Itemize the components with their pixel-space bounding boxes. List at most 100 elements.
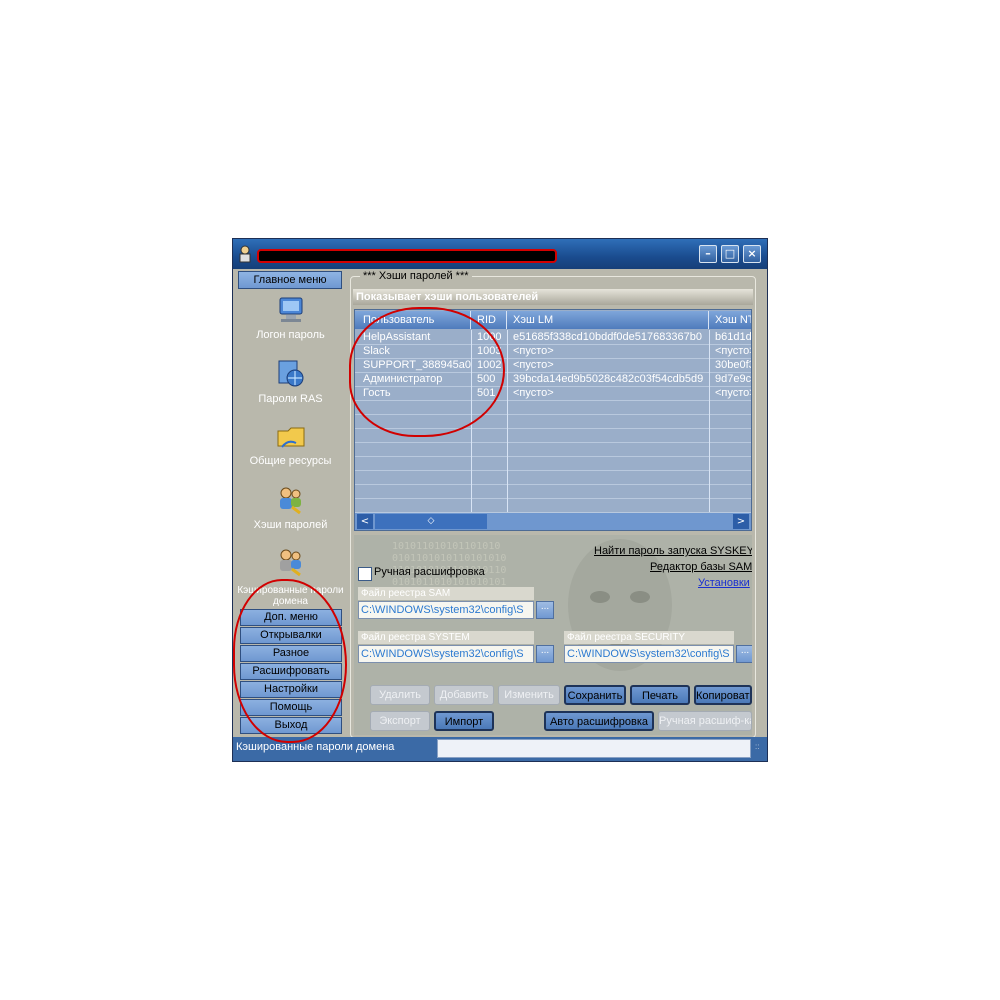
cell-user: HelpAssistant <box>363 331 431 343</box>
column-divider <box>709 330 710 512</box>
network-globe-icon <box>278 360 304 387</box>
sam-editor-link[interactable]: Редактор базы SAM <box>650 561 752 573</box>
cell-rid: 1003 <box>477 345 502 357</box>
sidebar-item-logon-password[interactable]: Логон пароль <box>236 295 345 357</box>
manual-decrypt-checkbox[interactable] <box>358 567 372 581</box>
menu-button-decrypt-pwl[interactable]: Расшифровать PWL <box>240 663 342 692</box>
empty-row <box>355 442 751 457</box>
cell-user: Slack <box>363 345 390 357</box>
menu-button-settings[interactable]: Настройки <box>240 681 342 698</box>
menu-button-openers[interactable]: Открывалки <box>240 627 342 644</box>
scroll-right-button[interactable]: > <box>733 514 749 529</box>
menu-button-misc[interactable]: Разное <box>240 645 342 662</box>
resize-grip-icon[interactable]: :: <box>755 743 765 757</box>
column-header-nt-hash[interactable]: Хэш NT <box>709 311 751 329</box>
auto-decrypt-button[interactable]: Авто расшифровка <box>544 711 654 731</box>
table-row[interactable]: SUPPORT_388945a0 1002 <пусто> 30be0f3 <box>355 358 751 373</box>
find-syskey-link[interactable]: Найти пароль запуска SYSKEY <box>594 545 752 557</box>
menu-button-exit[interactable]: Выход <box>240 717 342 734</box>
empty-row <box>355 498 751 513</box>
cell-user: Гость <box>363 387 391 399</box>
minimize-button[interactable]: – <box>699 245 717 263</box>
app-window: – □ × Главное меню Логон пароль Пароли R… <box>232 238 768 762</box>
group-legend: *** Хэши паролей *** <box>360 270 472 282</box>
column-header-user[interactable]: Пользователь <box>357 311 471 329</box>
empty-row <box>355 400 751 415</box>
sam-browse-button[interactable]: ... <box>536 601 554 619</box>
sam-file-input[interactable]: C:\WINDOWS\system32\config\S <box>358 601 534 619</box>
manual-decrypt-label: Ручная расшифровка <box>374 566 485 578</box>
close-button[interactable]: × <box>743 245 761 263</box>
sidebar-item-label: Логон пароль <box>256 329 325 341</box>
sidebar-item-cached-domain-passwords[interactable]: Кэшированные пароли домена <box>236 547 345 607</box>
copy-button[interactable]: Копировать <box>694 685 752 705</box>
sam-file-label: Файл реестра SAM <box>358 587 534 600</box>
cell-rid: 500 <box>477 373 496 385</box>
binary-background: 101011010101101010 0101101010110101010 1… <box>392 541 507 588</box>
empty-row <box>355 428 751 443</box>
table-row[interactable]: Гость 501 <пусто> <пусто> <box>355 386 751 401</box>
maximize-button[interactable]: □ <box>721 245 739 263</box>
users-key-icon <box>280 487 301 515</box>
sidebar-item-password-hashes[interactable]: Хэши паролей <box>236 485 345 547</box>
face-background-image <box>568 539 672 671</box>
cell-user: SUPPORT_388945a0 <box>363 359 471 371</box>
empty-row <box>355 414 751 429</box>
security-file-input[interactable]: C:\WINDOWS\system32\config\S <box>564 645 734 663</box>
title-bar[interactable]: – □ × <box>233 239 767 269</box>
delete-button[interactable]: Удалить <box>370 685 430 705</box>
sidebar-item-label: Пароли RAS <box>258 393 323 405</box>
computer-key-icon <box>279 297 303 322</box>
add-button[interactable]: Добавить <box>434 685 494 705</box>
shared-folder-icon <box>277 427 305 448</box>
registry-panel: 101011010101101010 0101101010110101010 1… <box>354 535 752 735</box>
cell-lm-hash: 39bcda14ed9b5028c482c03f54cdb5d9 <box>513 373 704 385</box>
sidebar-item-shared-resources[interactable]: Общие ресурсы <box>236 421 345 483</box>
table-row[interactable]: Slack 1003 <пусто> <пусто> <box>355 344 751 359</box>
users-key-icon <box>280 549 301 577</box>
cell-lm-hash: <пусто> <box>513 345 554 357</box>
empty-row <box>355 456 751 471</box>
hash-description-bar: Показывает хэши пользователей <box>353 289 753 305</box>
scroll-thumb[interactable]: ◇ <box>375 514 487 529</box>
menu-button-help[interactable]: Помощь <box>240 699 342 716</box>
column-header-rid[interactable]: RID <box>471 311 507 329</box>
cell-lm-hash: <пусто> <box>513 387 554 399</box>
system-file-input[interactable]: C:\WINDOWS\system32\config\S <box>358 645 534 663</box>
import-button[interactable]: Импорт <box>434 711 494 731</box>
settings-link[interactable]: Установки <box>698 577 750 589</box>
system-browse-button[interactable]: ... <box>536 645 554 663</box>
window-title-redacted <box>257 249 557 263</box>
cell-nt-hash: <пусто> <box>715 387 752 399</box>
cell-rid: 1002 <box>477 359 502 371</box>
cell-nt-hash: 30be0f3 <box>715 359 752 371</box>
sidebar-item-ras-passwords[interactable]: Пароли RAS <box>236 359 345 421</box>
status-bar: Кэшированные пароли домена :: <box>233 737 767 761</box>
print-button[interactable]: Печать <box>630 685 690 705</box>
horizontal-scrollbar[interactable]: < ◇ > <box>355 513 751 530</box>
status-field <box>437 739 751 758</box>
edit-button[interactable]: Изменить <box>498 685 560 705</box>
table-row[interactable]: Администратор 500 39bcda14ed9b5028c482c0… <box>355 372 751 387</box>
manual-decrypt-button[interactable]: Ручная расшиф-ка <box>658 711 752 731</box>
cell-rid: 1000 <box>477 331 502 343</box>
app-icon <box>239 245 251 263</box>
security-browse-button[interactable]: ... <box>736 645 752 663</box>
column-header-lm-hash[interactable]: Хэш LM <box>507 311 709 329</box>
empty-row <box>355 470 751 485</box>
cell-lm-hash: <пусто> <box>513 359 554 371</box>
scroll-left-button[interactable]: < <box>357 514 373 529</box>
hash-list-view[interactable]: Пользователь RID Хэш LM Хэш NT HelpAssis… <box>354 309 752 531</box>
sidebar-item-label: Хэши паролей <box>253 519 328 531</box>
sidebar: Главное меню Логон пароль Пароли RAS Общ… <box>236 271 345 737</box>
cell-lm-hash: e51685f338cd10bddf0de517683367b0 <box>513 331 703 343</box>
table-row[interactable]: HelpAssistant 1000 e51685f338cd10bddf0de… <box>355 330 751 345</box>
export-button[interactable]: Экспорт <box>370 711 430 731</box>
cell-rid: 501 <box>477 387 496 399</box>
cell-nt-hash: <пусто> <box>715 345 752 357</box>
list-rows: HelpAssistant 1000 e51685f338cd10bddf0de… <box>355 330 751 513</box>
save-button[interactable]: Сохранить <box>564 685 626 705</box>
cell-nt-hash: 9d7e9cf <box>715 373 752 385</box>
main-menu-header[interactable]: Главное меню <box>238 271 342 289</box>
menu-button-extra[interactable]: Доп. меню <box>240 609 342 626</box>
